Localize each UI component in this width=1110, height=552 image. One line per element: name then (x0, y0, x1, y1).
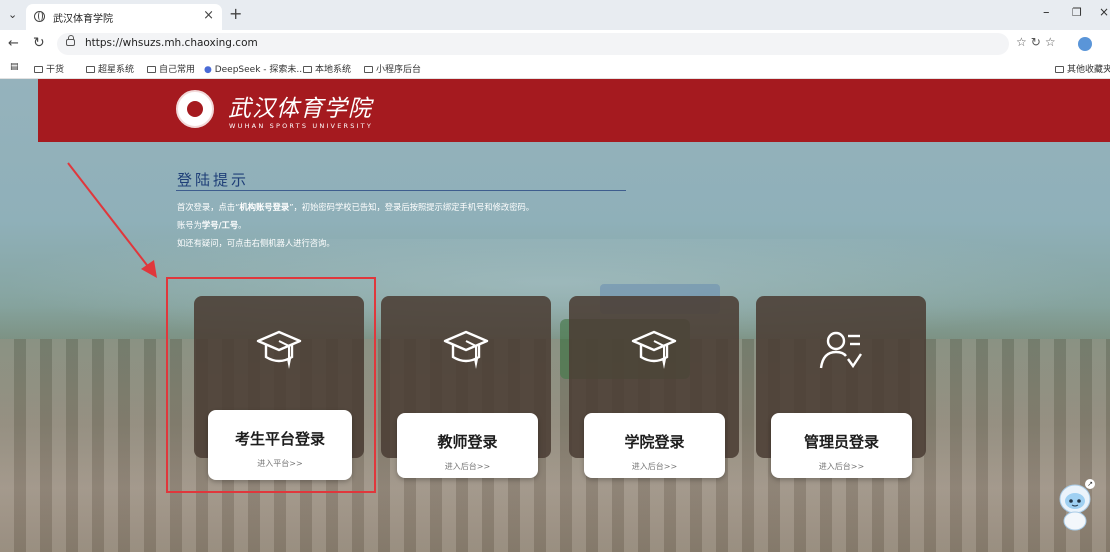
folder-icon (147, 66, 156, 73)
robot-expand-icon[interactable]: ↗ (1085, 479, 1095, 489)
bookmark-item[interactable]: 小程序后台 (364, 62, 421, 75)
bookmark-label: 其他收藏夹 (1067, 65, 1110, 75)
card-title: 教师登录 (437, 433, 498, 451)
bookmark-label: 自己常用 (159, 65, 196, 75)
tab-close-icon[interactable]: × (203, 8, 214, 23)
teacher-login-button[interactable]: 教师登录 进入后台>> (397, 413, 538, 478)
tab-list-chevron-icon[interactable]: ⌄ (8, 8, 17, 21)
graduation-cap-icon (443, 330, 489, 369)
login-page: 武汉体育学院 WUHAN SPORTS UNIVERSITY 登陆提示 首次登录… (0, 79, 1110, 552)
bookmark-label: 本地系统 (315, 65, 352, 75)
card-link[interactable]: 进入后台>> (771, 461, 912, 472)
restore-icon[interactable]: ❐ (1072, 6, 1082, 19)
tab-title: 武汉体育学院 (53, 14, 113, 25)
folder-icon (303, 66, 312, 73)
folder-icon (34, 66, 43, 73)
browser-tab[interactable]: 武汉体育学院 × (26, 4, 222, 30)
bookmark-item[interactable]: ● DeepSeek - 探索未... (204, 62, 305, 75)
deepseek-icon: ● (204, 65, 215, 75)
bookmark-label: 超星系统 (98, 65, 135, 75)
bookmark-item[interactable]: 本地系统 (303, 62, 351, 75)
user-list-icon (819, 331, 862, 369)
bookmarks-bar: ▤ 干货 超星系统 自己常用 ● DeepSeek - 探索未... 本地系统 … (0, 58, 1110, 79)
favorite-star-icon[interactable]: ☆↻☆ (1016, 35, 1060, 49)
bookmarks-app-icon[interactable]: ▤ (10, 62, 19, 72)
notice-line-3: 如还有疑问，可点击右侧机器人进行咨询。 (177, 238, 335, 248)
back-icon[interactable]: ← (8, 36, 19, 51)
address-bar: ← ↻ https://whsuzs.mh.chaoxing.com ☆↻☆ (0, 30, 1110, 58)
annotation-arrow (67, 162, 157, 278)
minimize-icon[interactable]: – (1043, 5, 1050, 20)
globe-icon (34, 11, 45, 22)
url-field[interactable]: https://whsuzs.mh.chaoxing.com (57, 33, 1009, 55)
other-bookmarks[interactable]: 其他收藏夹 (1055, 62, 1110, 75)
school-name: 武汉体育学院 (228, 96, 372, 122)
admin-login-button[interactable]: 管理员登录 进入后台>> (771, 413, 912, 478)
graduation-cap-icon (631, 330, 677, 369)
bookmark-label: DeepSeek - 探索未... (214, 65, 305, 75)
url-text: https://whsuzs.mh.chaoxing.com (85, 37, 258, 49)
bookmark-item[interactable]: 超星系统 (86, 62, 134, 75)
new-tab-icon[interactable]: + (229, 4, 242, 23)
college-login-button[interactable]: 学院登录 进入后台>> (584, 413, 725, 478)
card-title: 管理员登录 (803, 433, 879, 451)
notice-divider (176, 190, 626, 191)
card-title: 学院登录 (624, 433, 685, 451)
window-close-icon[interactable]: × (1099, 5, 1109, 19)
bookmark-item[interactable]: 自己常用 (147, 62, 195, 75)
bookmark-label: 小程序后台 (376, 65, 422, 75)
browser-tab-bar: ⌄ 武汉体育学院 × + – ❐ × (0, 0, 1110, 30)
folder-icon (364, 66, 373, 73)
notice-line-1: 首次登录，点击“机构账号登录”，初始密码学校已告知，登录后按照提示绑定手机号和修… (177, 202, 535, 212)
annotation-highlight-box (166, 277, 376, 493)
reload-icon[interactable]: ↻ (33, 35, 45, 51)
bookmark-label: 干货 (46, 65, 65, 75)
card-link[interactable]: 进入后台>> (397, 461, 538, 472)
card-link[interactable]: 进入后台>> (584, 461, 725, 472)
school-name-en: WUHAN SPORTS UNIVERSITY (229, 122, 374, 130)
folder-icon (1055, 66, 1064, 73)
profile-avatar[interactable] (1078, 37, 1092, 51)
bookmark-item[interactable]: 干货 (34, 62, 64, 75)
lock-icon (66, 35, 75, 46)
folder-icon (86, 66, 95, 73)
